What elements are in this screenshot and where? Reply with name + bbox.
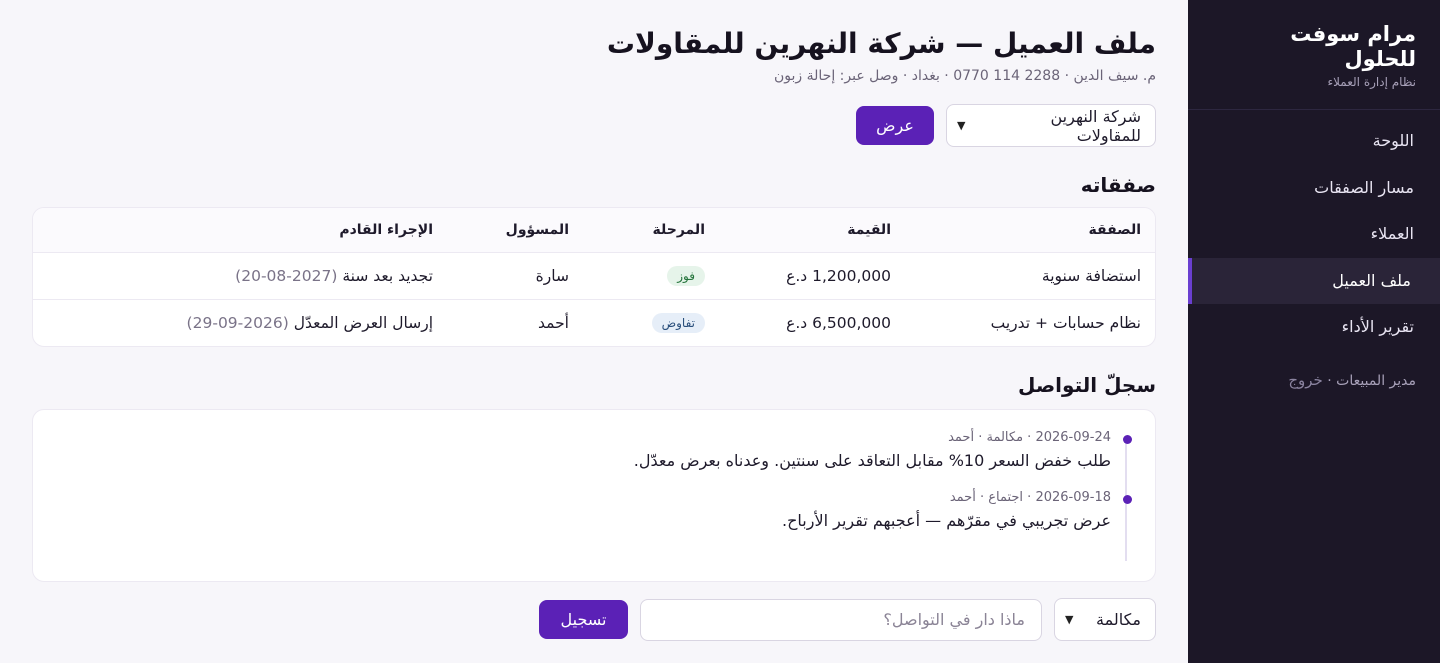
contact-type-select[interactable]: مكالمة ▼ xyxy=(1054,598,1156,642)
next-action-text: إرسال العرض المعدّل xyxy=(293,314,433,333)
log-entry-meta: 2026-09-18 · اجتماع · أحمد xyxy=(949,490,1111,506)
deal-owner: أحمد xyxy=(538,314,569,333)
deals-table: الصفقة القيمة المرحلة المسؤول الإجراء ال… xyxy=(33,208,1155,346)
sidebar: مرام سوفت للحلول نظام إدارة العملاء اللو… xyxy=(1188,0,1440,663)
client-select[interactable]: شركة النهرين للمقاولات ▼ xyxy=(946,104,1156,148)
log-entry-text: عرض تجريبي في مقرّهم — أعجبهم تقرير الأر… xyxy=(782,511,1111,531)
deals-table-card: الصفقة القيمة المرحلة المسؤول الإجراء ال… xyxy=(32,207,1156,348)
column-header-next-action: الإجراء القادم xyxy=(33,208,447,253)
sidebar-item-performance-report[interactable]: تقرير الأداء xyxy=(1188,304,1440,351)
logout-link[interactable]: خروج xyxy=(1288,371,1322,389)
communication-log-card: 2026-09-24 · مكالمة · أحمد طلب خفض السعر… xyxy=(32,409,1156,583)
stage-badge: فوز xyxy=(667,265,705,286)
brand-title: مرام سوفت للحلول xyxy=(1290,22,1416,72)
timeline-dot-icon xyxy=(1123,495,1132,505)
deal-name: نظام حسابات + تدريب xyxy=(990,314,1141,333)
log-note-input[interactable]: ماذا دار في التواصل؟ xyxy=(640,598,1042,641)
user-row: مدير المبيعات · خروج xyxy=(1188,351,1440,409)
sidebar-item-client-profile[interactable]: ملف العميل xyxy=(1188,257,1440,305)
table-header-row: الصفقة القيمة المرحلة المسؤول الإجراء ال… xyxy=(33,208,1155,253)
column-header-value: القيمة xyxy=(719,208,905,253)
deal-stage: فوز xyxy=(583,252,719,300)
brand: مرام سوفت للحلول نظام إدارة العملاء xyxy=(1188,0,1440,111)
sidebar-nav: اللوحة مسار الصفقات العملاء ملف العميل ت… xyxy=(1188,110,1440,351)
sidebar-item-pipeline[interactable]: مسار الصفقات xyxy=(1188,165,1440,212)
column-header-owner: المسؤول xyxy=(447,208,583,253)
deals-section-title: صفقاته xyxy=(1080,173,1156,198)
log-entry: 2026-09-18 · اجتماع · أحمد عرض تجريبي في… xyxy=(53,490,1132,531)
timeline-dot-icon xyxy=(1123,435,1132,445)
deal-stage: تفاوض xyxy=(583,299,719,346)
view-button[interactable]: عرض xyxy=(856,106,934,146)
deal-value: 1,200,000 د.ع xyxy=(719,252,905,300)
brand-subtitle: نظام إدارة العملاء xyxy=(1327,75,1416,90)
client-select-value: شركة النهرين للمقاولات xyxy=(1050,106,1142,145)
deal-name: استضافة سنوية xyxy=(905,252,1155,300)
log-section-title: سجلّ التواصل xyxy=(1018,373,1156,398)
chevron-down-icon: ▼ xyxy=(1065,613,1074,627)
deal-value: 6,500,000 د.ع xyxy=(786,314,891,333)
app-root: مرام سوفت للحلول نظام إدارة العملاء اللو… xyxy=(0,0,1440,663)
sidebar-item-dashboard[interactable]: اللوحة xyxy=(1188,118,1440,165)
table-row[interactable]: استضافة سنوية 1,200,000 د.ع فوز سارة تجد… xyxy=(33,252,1155,300)
log-composer: مكالمة ▼ ماذا دار في التواصل؟ تسجيل xyxy=(32,598,1156,642)
deal-next-action: تجديد بعد سنة (2027-08-20) xyxy=(33,252,447,300)
stage-badge: تفاوض xyxy=(651,313,705,334)
sidebar-item-clients[interactable]: العملاء xyxy=(1188,211,1440,258)
page-title: ملف العميل — شركة النهرين للمقاولات xyxy=(606,27,1156,60)
contact-type-value: مكالمة xyxy=(1096,610,1141,630)
user-role: مدير المبيعات · xyxy=(1327,372,1416,389)
submit-log-button[interactable]: تسجيل xyxy=(539,600,628,640)
next-action-date: (2026-09-29) xyxy=(186,314,289,333)
chevron-down-icon: ▼ xyxy=(957,119,966,133)
deal-next-action: إرسال العرض المعدّل (2026-09-29) xyxy=(33,299,447,346)
log-entry: 2026-09-24 · مكالمة · أحمد طلب خفض السعر… xyxy=(53,430,1132,471)
next-action-text: تجديد بعد سنة xyxy=(342,266,433,285)
next-action-date: (2027-08-20) xyxy=(235,266,338,285)
log-entry-text: طلب خفض السعر 10% مقابل التعاقد على سنتي… xyxy=(633,451,1111,471)
table-row[interactable]: نظام حسابات + تدريب 6,500,000 د.ع تفاوض … xyxy=(33,299,1155,346)
deal-owner: سارة xyxy=(447,252,583,300)
log-entry-meta: 2026-09-24 · مكالمة · أحمد xyxy=(948,430,1111,446)
client-switcher: شركة النهرين للمقاولات ▼ عرض xyxy=(32,104,1156,148)
client-contact-info: م. سيف الدين · 2288 114 0770 · بغداد · و… xyxy=(774,68,1156,85)
main-content: ملف العميل — شركة النهرين للمقاولات م. س… xyxy=(0,0,1188,663)
column-header-deal: الصفقة xyxy=(905,208,1155,253)
column-header-stage: المرحلة xyxy=(583,208,719,253)
